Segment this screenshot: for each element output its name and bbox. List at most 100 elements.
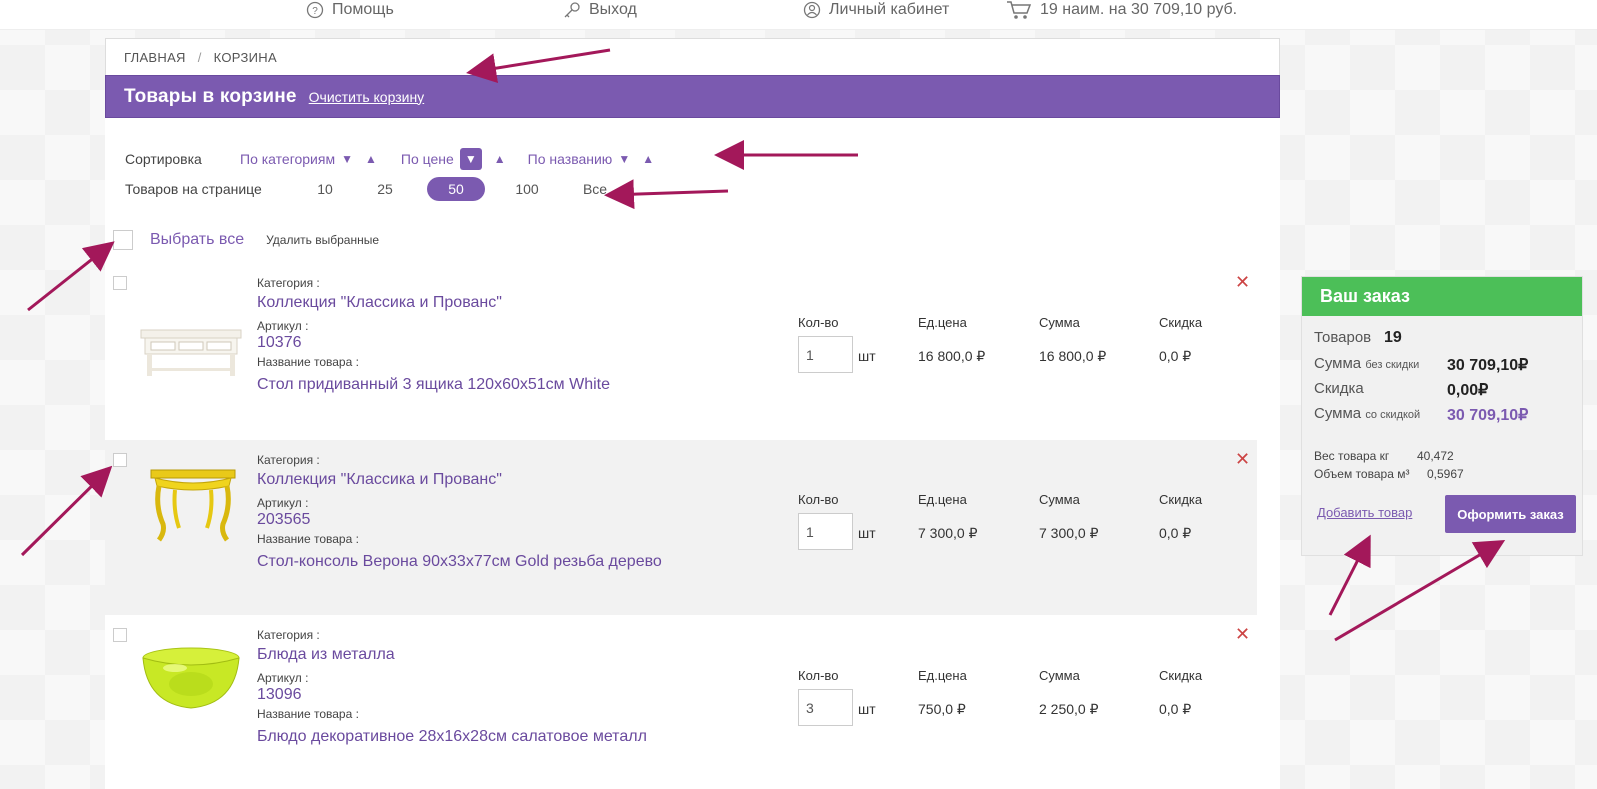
qty-header: Кол-во [798, 315, 839, 330]
item-category[interactable]: Коллекция "Классика и Прованс" [257, 292, 777, 316]
per-page-50[interactable]: 50 [427, 177, 485, 201]
item-category[interactable]: Коллекция "Классика и Прованс" [257, 469, 777, 493]
sort-by-category-label[interactable]: По категориям [240, 151, 335, 167]
cart-item: Категория : Коллекция "Классика и Прован… [105, 440, 1257, 615]
volume-value: 0,5967 [1427, 467, 1464, 481]
product-image [142, 647, 240, 709]
product-name-label: Название товара : [257, 707, 359, 721]
select-all-checkbox[interactable] [113, 230, 133, 250]
product-image [140, 329, 242, 376]
help-icon: ? [306, 1, 324, 19]
quantity-input[interactable]: 1 [798, 336, 853, 373]
discount-value: 0,00₽ [1447, 382, 1489, 399]
article-label: Артикул : [257, 496, 309, 510]
sort-name-desc-icon[interactable]: ▼ [618, 152, 630, 166]
volume-label: Объем товара м³ [1314, 467, 1410, 481]
exit-label: Выход [589, 1, 637, 18]
cart-item: Категория : Блюда из металла Артикул : 1… [105, 624, 1257, 789]
discount-label: Скидка [1314, 380, 1364, 397]
help-label: Помощь [332, 1, 394, 18]
item-info: Категория : Коллекция "Классика и Прован… [257, 276, 777, 398]
per-page-25[interactable]: 25 [355, 181, 415, 197]
cart-summary-link[interactable]: 19 наим. на 30 709,10 руб. [1006, 0, 1237, 20]
discount-header: Скидка [1159, 492, 1203, 507]
item-sum: 16 800,0 ₽ [1039, 348, 1107, 364]
sort-category-asc-icon[interactable]: ▲ [365, 152, 377, 166]
discount-header: Скидка [1159, 315, 1203, 330]
item-category[interactable]: Блюда из металла [257, 644, 777, 668]
item-article: 10376 [257, 334, 302, 351]
select-all-label[interactable]: Выбрать все [150, 231, 244, 249]
sort-label: Сортировка [125, 151, 202, 167]
svg-text:?: ? [312, 6, 318, 17]
sum-header: Сумма [1039, 492, 1080, 507]
product-name-label: Название товара : [257, 532, 359, 546]
cart-panel: ГЛАВНАЯ / КОРЗИНА Товары в корзине Очист… [105, 38, 1280, 789]
sum-discounted-label-text: Сумма [1314, 405, 1362, 422]
remove-item-icon[interactable]: ✕ [1235, 624, 1250, 645]
cabinet-link[interactable]: Личный кабинет [803, 0, 949, 20]
sum-label-small: без скидки [1365, 359, 1420, 371]
add-product-link[interactable]: Добавить товар [1317, 505, 1412, 520]
sum-value: 30 709,10₽ [1447, 357, 1529, 374]
per-page-10[interactable]: 10 [295, 181, 355, 197]
breadcrumb-current: КОРЗИНА [213, 49, 277, 65]
unit-price-header: Ед.цена [918, 668, 967, 683]
per-page-row: Товаров на странице 10 25 50 100 Все [125, 177, 625, 201]
unit-price-header: Ед.цена [918, 492, 967, 507]
breadcrumb-home[interactable]: ГЛАВНАЯ [124, 50, 186, 65]
weight-label: Вес товара кг [1314, 449, 1390, 463]
user-icon [803, 1, 821, 19]
item-article: 13096 [257, 686, 302, 703]
item-checkbox[interactable] [113, 628, 127, 642]
sort-row: Сортировка По категориям ▼ ▲ По цене ▼ ▲… [125, 147, 672, 171]
order-summary: Ваш заказ Товаров 19 Сумма без скидки 30… [1301, 276, 1583, 556]
qty-header: Кол-во [798, 668, 839, 683]
quantity-input[interactable]: 3 [798, 689, 853, 726]
breadcrumb-separator: / [197, 49, 202, 65]
sort-category-desc-icon[interactable]: ▼ [341, 152, 353, 166]
discount-header: Скидка [1159, 668, 1203, 683]
sort-by-name-label[interactable]: По названию [528, 151, 613, 167]
exit-link[interactable]: Выход [563, 0, 637, 20]
sort-price-asc-icon[interactable]: ▲ [494, 152, 506, 166]
product-name-label: Название товара : [257, 355, 359, 369]
remove-item-icon[interactable]: ✕ [1235, 449, 1250, 470]
clear-cart-link[interactable]: Очистить корзину [309, 89, 425, 105]
delete-selected-link[interactable]: Удалить выбранные [266, 233, 379, 247]
item-sum: 7 300,0 ₽ [1039, 525, 1099, 541]
item-name[interactable]: Стол-консоль Верона 90х33х77см Gold резь… [257, 551, 777, 575]
unit-label: шт [858, 348, 876, 364]
item-checkbox[interactable] [113, 453, 127, 467]
item-name[interactable]: Стол придиванный 3 ящика 120х60х51см Whi… [257, 374, 777, 398]
weight-value: 40,472 [1417, 449, 1454, 463]
unit-price-header: Ед.цена [918, 315, 967, 330]
quantity-input[interactable]: 1 [798, 513, 853, 550]
sum-discounted-value: 30 709,10₽ [1447, 407, 1529, 424]
select-all-row: Выбрать все Удалить выбранные [113, 230, 379, 250]
item-checkbox[interactable] [113, 276, 127, 290]
page-title: Товары в корзине [124, 85, 297, 107]
item-sum: 2 250,0 ₽ [1039, 701, 1099, 717]
item-unit-price: 750,0 ₽ [918, 701, 966, 717]
item-discount: 0,0 ₽ [1159, 701, 1192, 717]
checkout-button[interactable]: Оформить заказ [1445, 495, 1576, 533]
sum-discounted-label-small: со скидкой [1365, 409, 1421, 421]
sort-name-asc-icon[interactable]: ▲ [642, 152, 654, 166]
top-bar: ? Помощь Выход Личный кабинет 19 наим. н… [0, 0, 1597, 30]
sort-by-price-label[interactable]: По цене [401, 151, 454, 167]
breadcrumb: ГЛАВНАЯ / КОРЗИНА [105, 38, 1280, 75]
remove-item-icon[interactable]: ✕ [1235, 272, 1250, 293]
sum-label: Сумма без скидки [1314, 355, 1419, 372]
per-page-all[interactable]: Все [565, 181, 625, 197]
sort-price-desc-icon[interactable]: ▼ [459, 148, 482, 170]
per-page-100[interactable]: 100 [497, 181, 557, 197]
article-label: Артикул : [257, 671, 309, 685]
help-link[interactable]: ? Помощь [306, 0, 394, 20]
item-name[interactable]: Блюдо декоративное 28х16х28см салатовое … [257, 726, 777, 750]
item-info: Категория : Блюда из металла Артикул : 1… [257, 628, 777, 750]
category-label: Категория : [257, 628, 320, 642]
cart-item: Категория : Коллекция "Классика и Прован… [105, 272, 1257, 451]
sort-by-name: По названию ▼ ▲ [528, 151, 660, 167]
product-image [150, 469, 236, 542]
